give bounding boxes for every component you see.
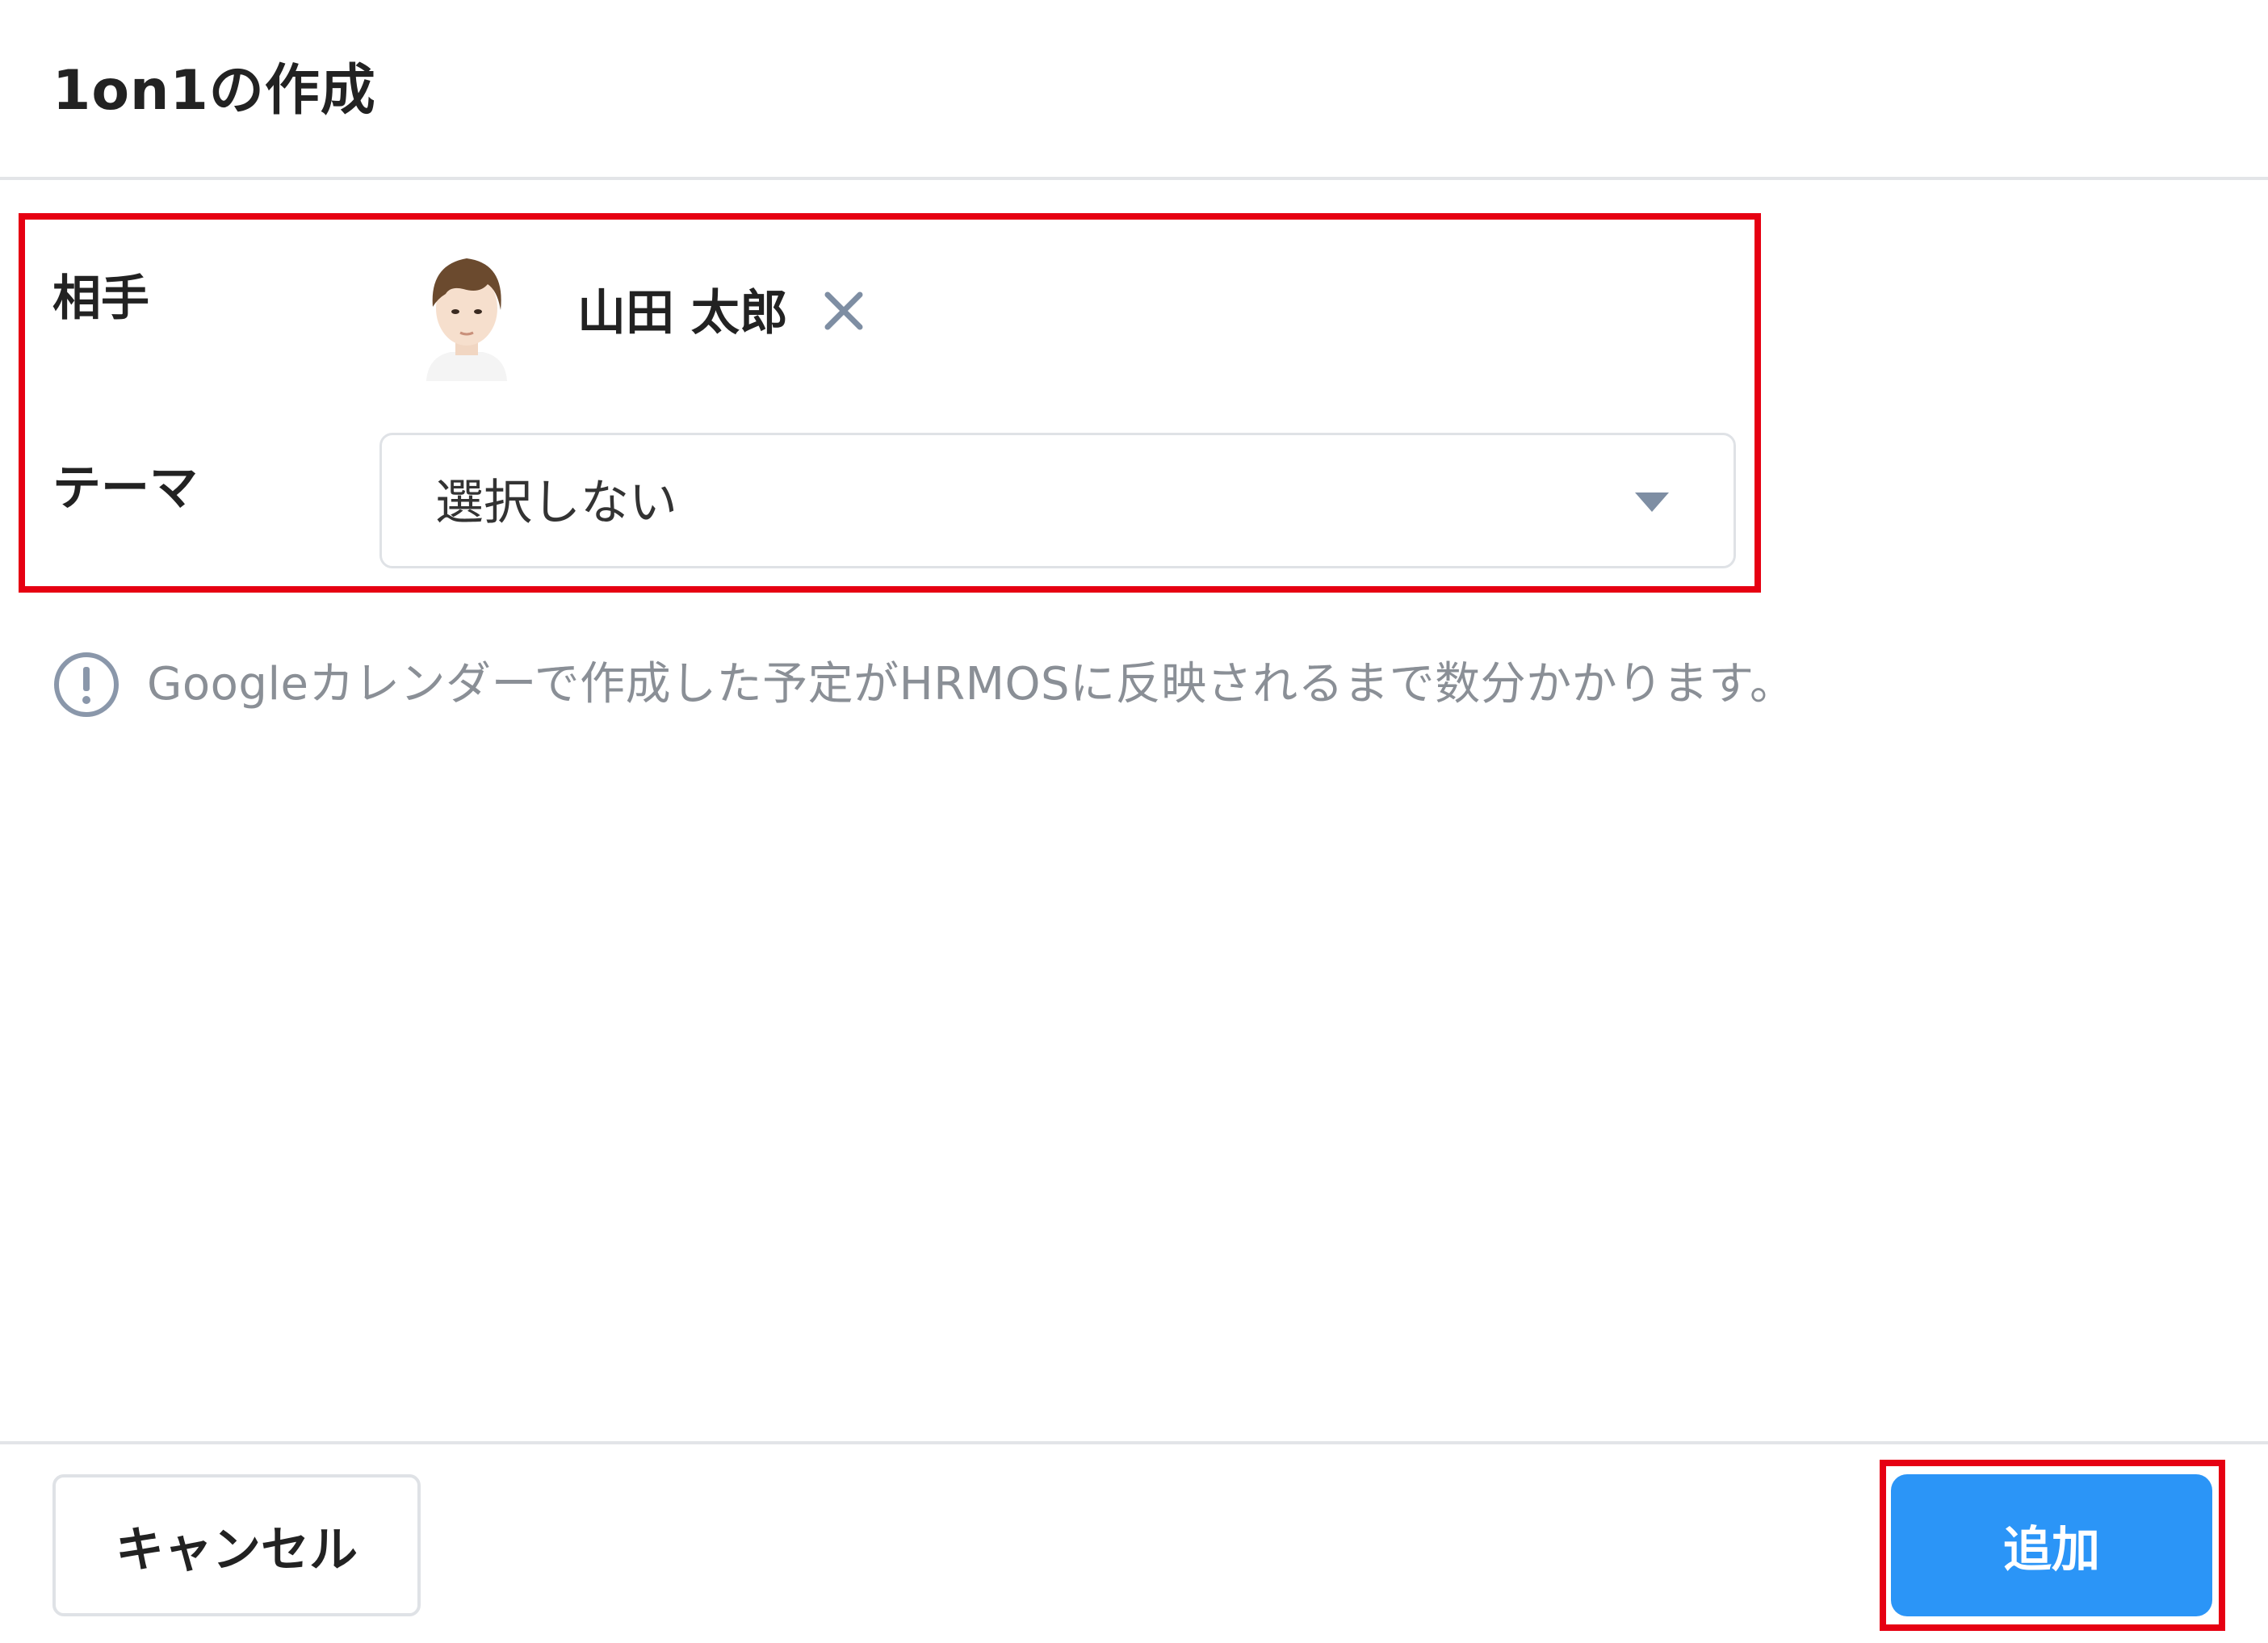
create-1on1-dialog: 1on1の作成 相手 山田 太郎 テーマ 選択しない Googleカレンダーで作… xyxy=(0,0,2268,1643)
footer-divider xyxy=(0,1441,2268,1444)
dialog-header: 1on1の作成 xyxy=(0,0,2268,180)
info-circle-icon xyxy=(54,652,119,717)
cancel-button[interactable]: キャンセル xyxy=(52,1474,421,1616)
dialog-title: 1on1の作成 xyxy=(52,59,376,123)
form-highlight-box xyxy=(19,213,1761,593)
calendar-sync-notice: Googleカレンダーで作成した予定がHRMOSに反映されるまで数分かかります。 xyxy=(147,658,1796,710)
add-button-highlight-box xyxy=(1880,1460,2225,1631)
